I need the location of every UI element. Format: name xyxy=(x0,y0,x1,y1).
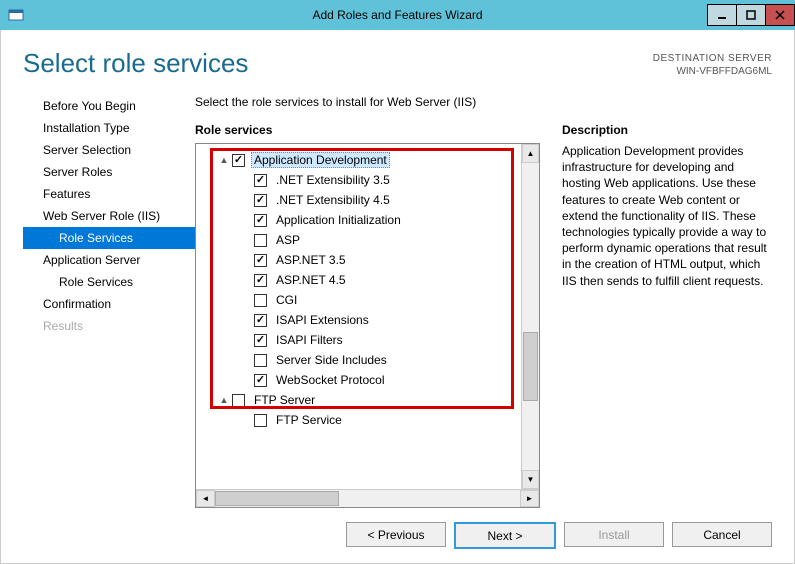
content-area: Select the role services to install for … xyxy=(195,95,772,508)
nav-item[interactable]: Role Services xyxy=(23,271,195,293)
tree-node-label[interactable]: ASP.NET 4.5 xyxy=(273,272,349,288)
tree-row[interactable]: FTP Service xyxy=(200,410,517,430)
wizard-window: Add Roles and Features Wizard Select rol… xyxy=(0,0,795,564)
tree-checkbox[interactable] xyxy=(254,214,267,227)
tree-node-label[interactable]: CGI xyxy=(273,292,300,308)
tree-row[interactable]: .NET Extensibility 3.5 xyxy=(200,170,517,190)
tree-node-label[interactable]: .NET Extensibility 3.5 xyxy=(273,172,393,188)
close-button[interactable] xyxy=(765,4,795,26)
description-title: Description xyxy=(562,123,772,137)
tree-node-label[interactable]: Application Development xyxy=(251,152,390,168)
tree-checkbox[interactable] xyxy=(254,254,267,267)
tree-node-label[interactable]: .NET Extensibility 4.5 xyxy=(273,192,393,208)
scroll-track[interactable] xyxy=(522,163,539,470)
nav-item[interactable]: Before You Begin xyxy=(23,95,195,117)
roles-panel: Role services ▲ Application Development .N… xyxy=(195,123,540,508)
tree-row[interactable]: Application Initialization xyxy=(200,210,517,230)
wizard-body: Select role services DESTINATION SERVER … xyxy=(0,30,795,564)
tree-row[interactable]: .NET Extensibility 4.5 xyxy=(200,190,517,210)
description-panel: Description Application Development prov… xyxy=(562,123,772,508)
nav-item[interactable]: Application Server xyxy=(23,249,195,271)
scroll-left-button[interactable]: ◄ xyxy=(196,490,215,507)
roles-panel-title: Role services xyxy=(195,123,540,137)
tree-checkbox[interactable] xyxy=(254,234,267,247)
tree-node-label[interactable]: Application Initialization xyxy=(273,212,404,228)
nav-item[interactable]: Web Server Role (IIS) xyxy=(23,205,195,227)
tree-row[interactable]: ASP xyxy=(200,230,517,250)
tree-row[interactable]: ISAPI Filters xyxy=(200,330,517,350)
tree-node-label[interactable]: Server Side Includes xyxy=(273,352,390,368)
tree-row[interactable]: ▲ FTP Server xyxy=(200,390,517,410)
tree-checkbox[interactable] xyxy=(254,274,267,287)
install-button[interactable]: Install xyxy=(564,522,664,547)
nav-item[interactable]: Installation Type xyxy=(23,117,195,139)
tree-checkbox[interactable] xyxy=(254,174,267,187)
scroll-down-button[interactable]: ▼ xyxy=(522,470,539,489)
tree-node-label[interactable]: ISAPI Filters xyxy=(273,332,346,348)
horizontal-scrollbar[interactable]: ◄ ► xyxy=(196,489,539,507)
cancel-button[interactable]: Cancel xyxy=(672,522,772,547)
tree-node-label[interactable]: FTP Service xyxy=(273,412,345,428)
panels-row: Role services ▲ Application Development .N… xyxy=(195,123,772,508)
roles-tree-box: ▲ Application Development .NET Extensibili… xyxy=(195,143,540,508)
tree-node-label[interactable]: WebSocket Protocol xyxy=(273,372,388,388)
tree-checkbox[interactable] xyxy=(254,314,267,327)
app-icon xyxy=(4,3,28,27)
tree-checkbox[interactable] xyxy=(232,394,245,407)
tree-row[interactable]: ASP.NET 3.5 xyxy=(200,250,517,270)
page-title: Select role services xyxy=(23,48,653,79)
destination-label: DESTINATION SERVER xyxy=(653,52,772,65)
nav-item[interactable]: Confirmation xyxy=(23,293,195,315)
tree-checkbox[interactable] xyxy=(254,294,267,307)
tree-expander-icon[interactable]: ▲ xyxy=(218,155,230,165)
next-button[interactable]: Next > xyxy=(454,522,556,549)
nav-item[interactable]: Role Services xyxy=(23,227,195,249)
tree-row[interactable]: ASP.NET 4.5 xyxy=(200,270,517,290)
window-controls xyxy=(708,4,795,26)
tree-checkbox[interactable] xyxy=(254,334,267,347)
destination-value: WIN-VFBFFDAG6ML xyxy=(653,65,772,78)
main-area: Before You BeginInstallation TypeServer … xyxy=(23,95,772,508)
tree-row[interactable]: WebSocket Protocol xyxy=(200,370,517,390)
scroll-right-button[interactable]: ► xyxy=(520,490,539,507)
tree-row[interactable]: Server Side Includes xyxy=(200,350,517,370)
instruction-text: Select the role services to install for … xyxy=(195,95,772,109)
roles-tree[interactable]: ▲ Application Development .NET Extensibili… xyxy=(196,144,521,489)
tree-node-label[interactable]: ASP.NET 3.5 xyxy=(273,252,349,268)
nav-item[interactable]: Features xyxy=(23,183,195,205)
tree-node-label[interactable]: ASP xyxy=(273,232,303,248)
scroll-up-button[interactable]: ▲ xyxy=(522,144,539,163)
header-row: Select role services DESTINATION SERVER … xyxy=(23,48,772,79)
nav-item[interactable]: Server Roles xyxy=(23,161,195,183)
tree-checkbox[interactable] xyxy=(254,414,267,427)
minimize-button[interactable] xyxy=(707,4,737,26)
nav-item: Results xyxy=(23,315,195,337)
hscroll-thumb[interactable] xyxy=(215,491,339,506)
tree-checkbox[interactable] xyxy=(254,374,267,387)
tree-row[interactable]: CGI xyxy=(200,290,517,310)
maximize-button[interactable] xyxy=(736,4,766,26)
title-bar: Add Roles and Features Wizard xyxy=(0,0,795,30)
footer-buttons: < Previous Next > Install Cancel xyxy=(23,508,772,549)
tree-checkbox[interactable] xyxy=(254,194,267,207)
destination-info: DESTINATION SERVER WIN-VFBFFDAG6ML xyxy=(653,52,772,78)
window-title: Add Roles and Features Wizard xyxy=(0,8,795,22)
tree-row[interactable]: ▲ Application Development xyxy=(200,150,517,170)
tree-row[interactable]: ISAPI Extensions xyxy=(200,310,517,330)
previous-button[interactable]: < Previous xyxy=(346,522,446,547)
tree-checkbox[interactable] xyxy=(254,354,267,367)
description-text: Application Development provides infrast… xyxy=(562,143,772,289)
tree-expander-icon[interactable]: ▲ xyxy=(218,395,230,405)
nav-item[interactable]: Server Selection xyxy=(23,139,195,161)
tree-node-label[interactable]: ISAPI Extensions xyxy=(273,312,372,328)
tree-checkbox[interactable] xyxy=(232,154,245,167)
tree-node-label[interactable]: FTP Server xyxy=(251,392,318,408)
vertical-scrollbar[interactable]: ▲ ▼ xyxy=(521,144,539,489)
scroll-thumb[interactable] xyxy=(523,332,538,402)
wizard-nav: Before You BeginInstallation TypeServer … xyxy=(23,95,195,508)
hscroll-track[interactable] xyxy=(215,490,520,507)
